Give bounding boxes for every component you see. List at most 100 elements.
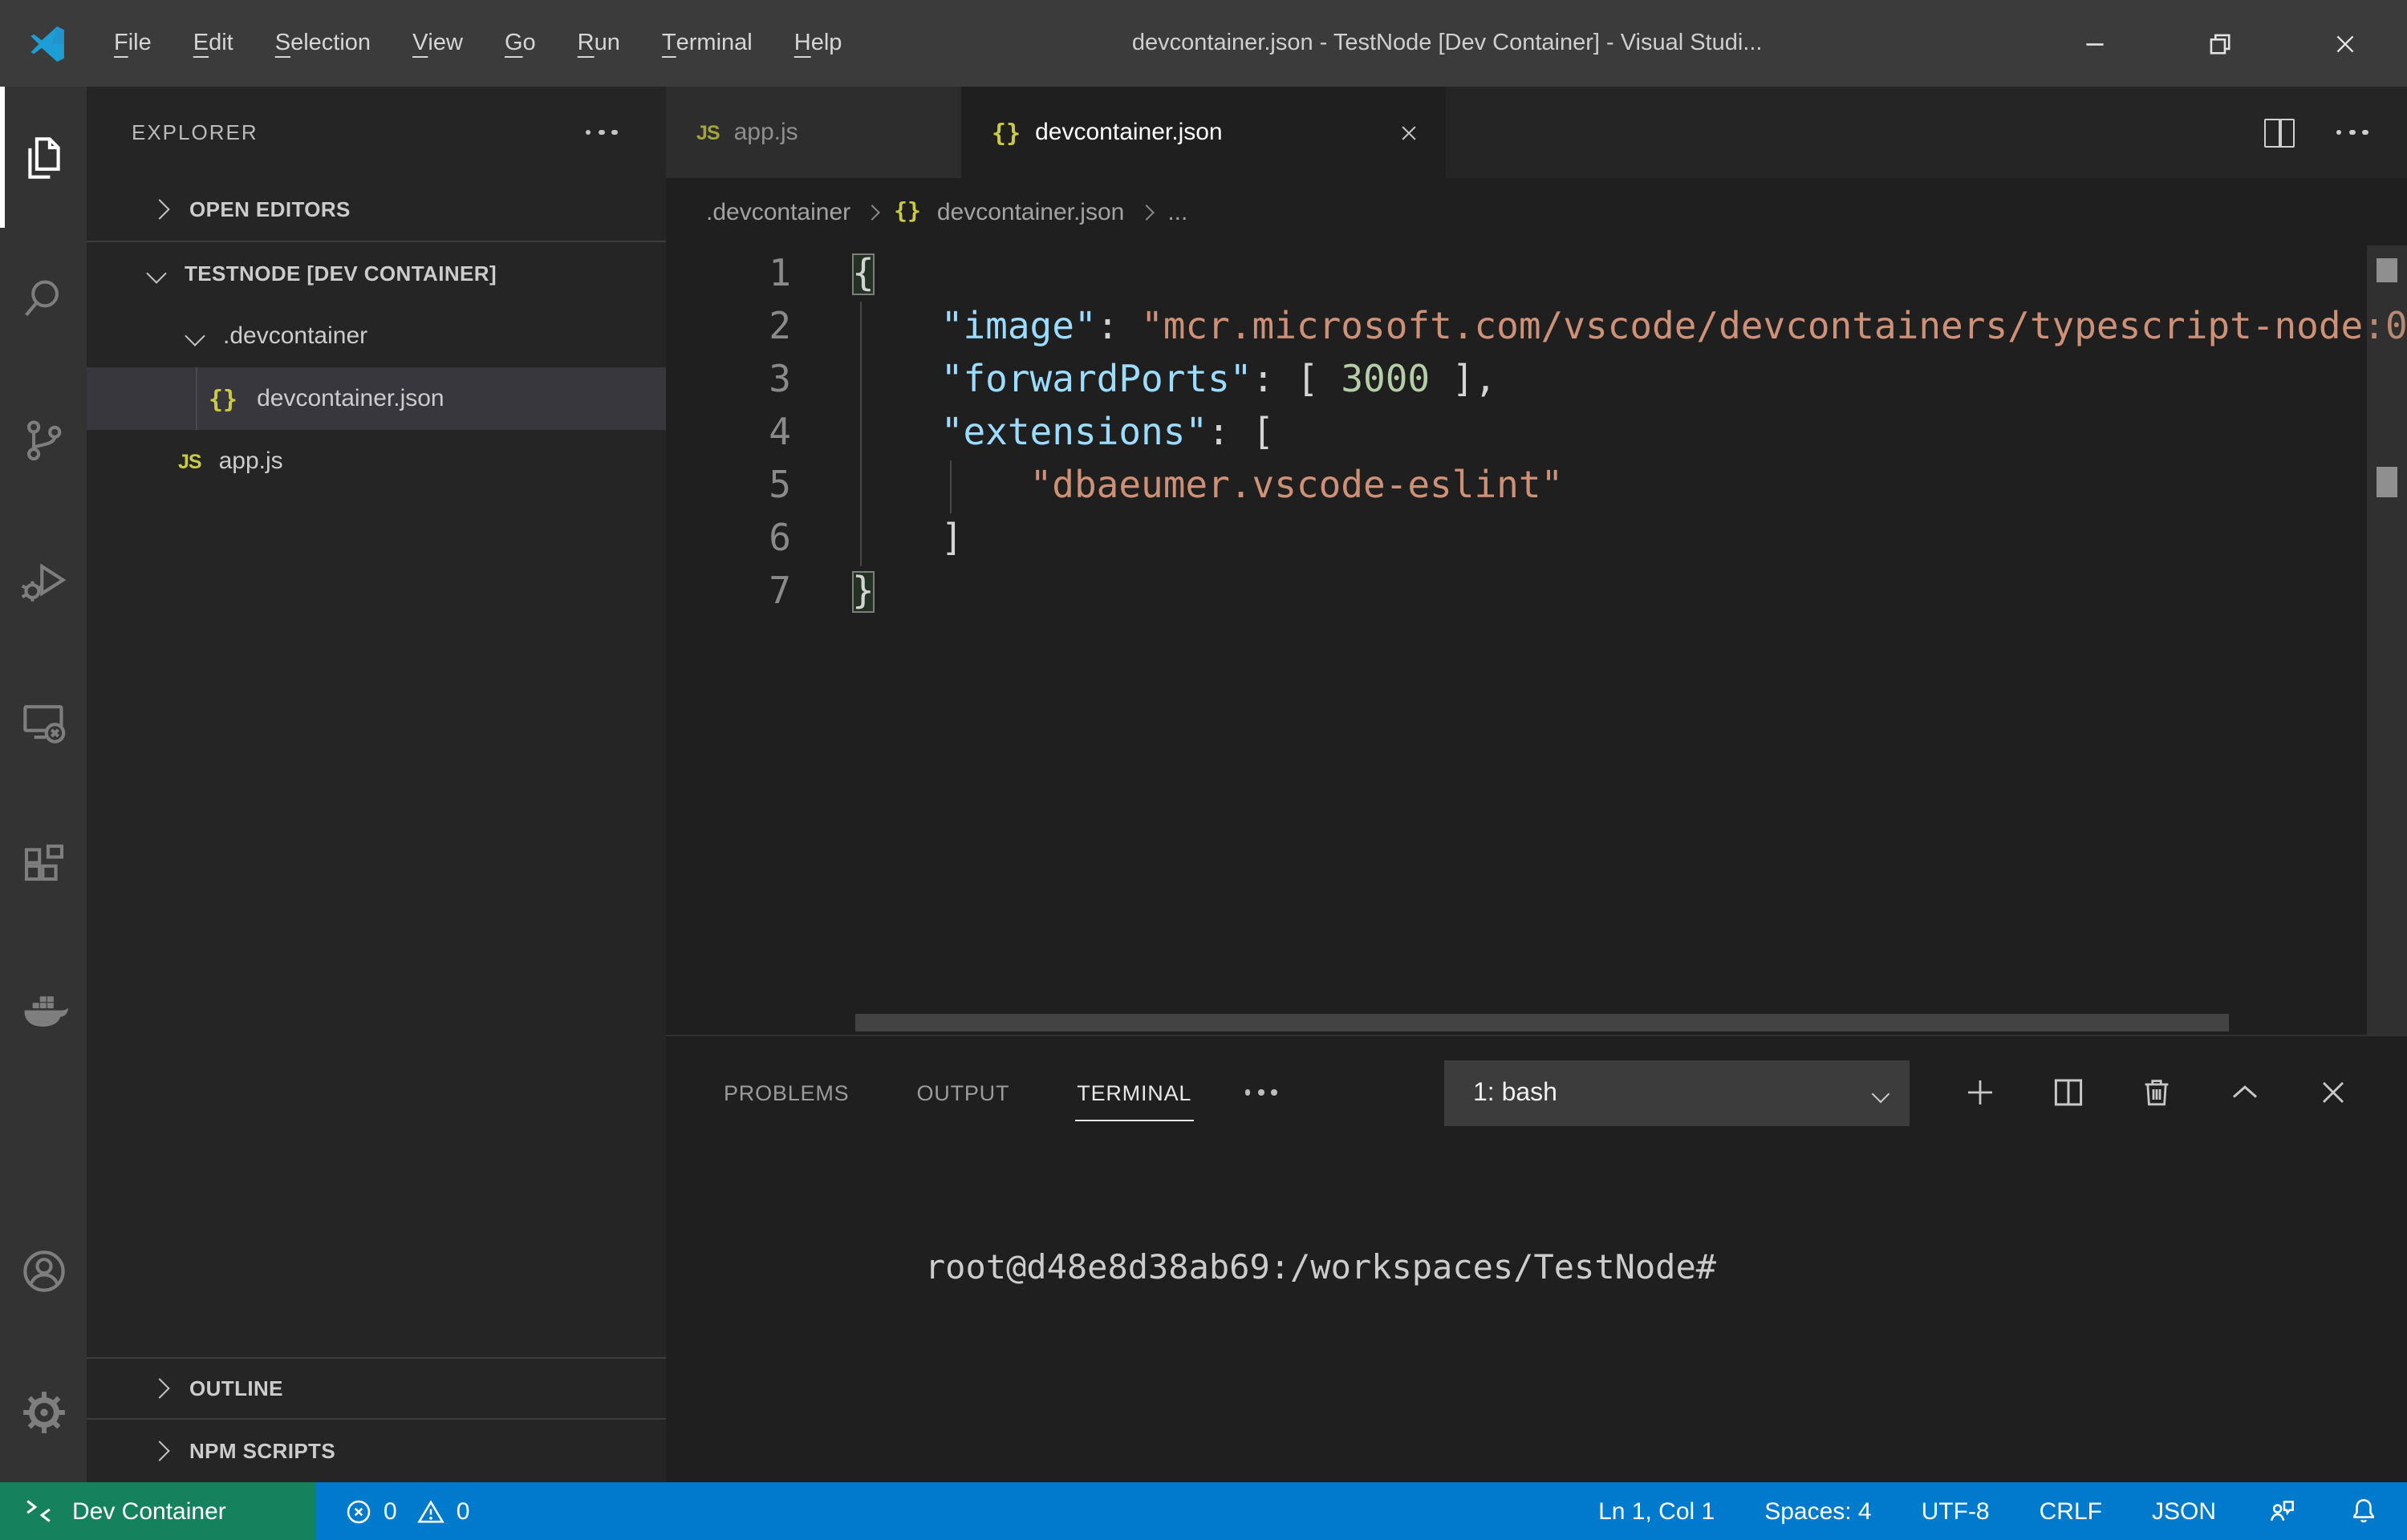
remote-indicator[interactable]: Dev Container (0, 1482, 316, 1540)
indent-guide (950, 460, 952, 513)
line-number: 3 (666, 355, 791, 407)
menu-file[interactable]: File (93, 0, 173, 87)
tab-label: devcontainer.json (1035, 119, 1223, 146)
menu-help[interactable]: Help (773, 0, 863, 87)
activity-remote-explorer-button[interactable] (0, 651, 87, 792)
maximize-panel-icon[interactable] (2226, 1073, 2264, 1112)
json-file-icon: {} (209, 384, 237, 413)
editor-more-actions-icon[interactable] (2336, 129, 2368, 136)
window-title: devcontainer.json - TestNode [Dev Contai… (863, 30, 2032, 56)
menu-run[interactable]: Run (557, 0, 641, 87)
chevron-down-icon (185, 326, 205, 346)
kill-terminal-trash-icon[interactable] (2137, 1073, 2176, 1112)
activity-docker-button[interactable] (0, 934, 87, 1075)
restore-button[interactable] (2157, 0, 2282, 87)
horizontal-scrollbar[interactable] (855, 1014, 2229, 1031)
folder-devcontainer[interactable]: .devcontainer (87, 305, 666, 367)
file-devcontainer-json[interactable]: {} devcontainer.json (87, 367, 666, 430)
code-editor[interactable]: 1{2 "image": "mcr.microsoft.com/vscode/d… (666, 245, 2407, 1035)
editor-actions (2263, 87, 2407, 178)
line-content: } (791, 566, 875, 619)
terminal-shell-select[interactable]: 1: bash (1444, 1060, 1910, 1126)
tab-problems[interactable]: PROBLEMS (722, 1064, 850, 1121)
activity-source-control-button[interactable] (0, 369, 87, 510)
open-editors-section[interactable]: OPEN EDITORS (87, 178, 666, 241)
split-terminal-icon[interactable] (2049, 1073, 2088, 1112)
close-panel-icon[interactable] (2314, 1073, 2352, 1112)
error-count: 0 (384, 1497, 397, 1525)
encoding-status[interactable]: UTF-8 (1922, 1497, 1990, 1525)
tab-label: app.js (734, 119, 798, 146)
eol-status[interactable]: CRLF (2040, 1497, 2102, 1525)
menu-terminal[interactable]: Terminal (641, 0, 773, 87)
code-line: 6 ] (666, 513, 2407, 566)
breadcrumb-file[interactable]: devcontainer.json (937, 198, 1125, 225)
indent-guide (860, 302, 862, 566)
code-line: 2 "image": "mcr.microsoft.com/vscode/dev… (666, 302, 2407, 355)
activity-explorer-button[interactable] (0, 87, 87, 228)
sidebar-title: EXPLORER (132, 120, 585, 144)
tab-output[interactable]: OUTPUT (915, 1064, 1011, 1121)
new-terminal-icon[interactable] (1961, 1073, 1999, 1112)
remote-explorer-icon (17, 695, 70, 748)
notifications-bell-icon[interactable] (2348, 1495, 2380, 1527)
problems-status[interactable]: 0 0 (343, 1496, 469, 1526)
indentation-status[interactable]: Spaces: 4 (1764, 1497, 1871, 1525)
terminal-output[interactable]: root@d48e8d38ab69:/workspaces/TestNode# (666, 1149, 2407, 1344)
gear-icon (17, 1385, 70, 1438)
js-file-icon: JS (178, 450, 201, 472)
breadcrumb-folder[interactable]: .devcontainer (706, 198, 850, 225)
menu-edit[interactable]: Edit (173, 0, 254, 87)
close-icon (2331, 30, 2358, 57)
panel-tabs: PROBLEMS OUTPUT TERMINAL (722, 1064, 1193, 1121)
explorer-more-actions-icon[interactable] (585, 129, 618, 136)
status-bar-right: Ln 1, Col 1 Spaces: 4 UTF-8 CRLF JSON (1598, 1495, 2407, 1527)
open-editors-label: OPEN EDITORS (189, 197, 351, 221)
explorer-sidebar: EXPLORER OPEN EDITORS TESTNODE [DEV CONT… (87, 87, 666, 1482)
npm-scripts-label: NPM SCRIPTS (189, 1439, 335, 1463)
minimize-button[interactable] (2032, 0, 2157, 87)
cursor-position[interactable]: Ln 1, Col 1 (1598, 1497, 1715, 1525)
menu-view[interactable]: View (392, 0, 484, 87)
outline-section[interactable]: OUTLINE (87, 1357, 666, 1418)
menu-selection[interactable]: Selection (254, 0, 392, 87)
feedback-icon[interactable] (2266, 1495, 2298, 1527)
line-number: 1 (666, 249, 791, 302)
tab-app-js[interactable]: JS app.js (666, 87, 961, 178)
account-icon (17, 1244, 70, 1297)
split-editor-icon[interactable] (2263, 118, 2294, 147)
activity-settings-button[interactable] (0, 1341, 87, 1482)
language-mode[interactable]: JSON (2152, 1497, 2216, 1525)
close-tab-button[interactable] (1398, 121, 1420, 144)
activity-run-debug-button[interactable] (0, 510, 87, 651)
editor-tab-bar: JS app.js {} devcontainer.json (666, 87, 2407, 178)
activity-search-button[interactable] (0, 228, 87, 369)
file-app-js[interactable]: JS app.js (87, 430, 666, 492)
activity-extensions-button[interactable] (0, 792, 87, 934)
chevron-down-icon (146, 263, 166, 283)
title-bar: File Edit Selection View Go Run Terminal… (0, 0, 2407, 87)
tab-terminal[interactable]: TERMINAL (1075, 1064, 1193, 1121)
breadcrumb-symbol[interactable]: ... (1167, 198, 1187, 225)
activity-account-button[interactable] (0, 1200, 87, 1341)
npm-scripts-section[interactable]: NPM SCRIPTS (87, 1418, 666, 1482)
workspace-section[interactable]: TESTNODE [DEV CONTAINER] (87, 241, 666, 305)
vertical-scrollbar[interactable] (2367, 245, 2407, 1035)
close-icon (1398, 121, 1420, 144)
code-line: 1{ (666, 249, 2407, 302)
overview-ruler-mark (2377, 258, 2397, 282)
overview-ruler-mark (2377, 467, 2397, 497)
code-line: 7} (666, 566, 2407, 619)
file-label: devcontainer.json (257, 385, 444, 412)
run-and-debug-icon (17, 554, 70, 607)
close-window-button[interactable] (2282, 0, 2407, 87)
panel-more-actions-icon[interactable] (1244, 1089, 1277, 1096)
code-line: 5 "dbaeumer.vscode-eslint" (666, 460, 2407, 513)
error-icon (343, 1496, 374, 1526)
activity-bar (0, 87, 87, 1482)
menu-go[interactable]: Go (484, 0, 557, 87)
line-content: "forwardPorts": [ 3000 ], (791, 355, 1496, 407)
search-icon (17, 272, 70, 325)
tab-devcontainer-json[interactable]: {} devcontainer.json (961, 87, 1446, 178)
editor-region: JS app.js {} devcontainer.json .devconta… (666, 87, 2407, 1482)
